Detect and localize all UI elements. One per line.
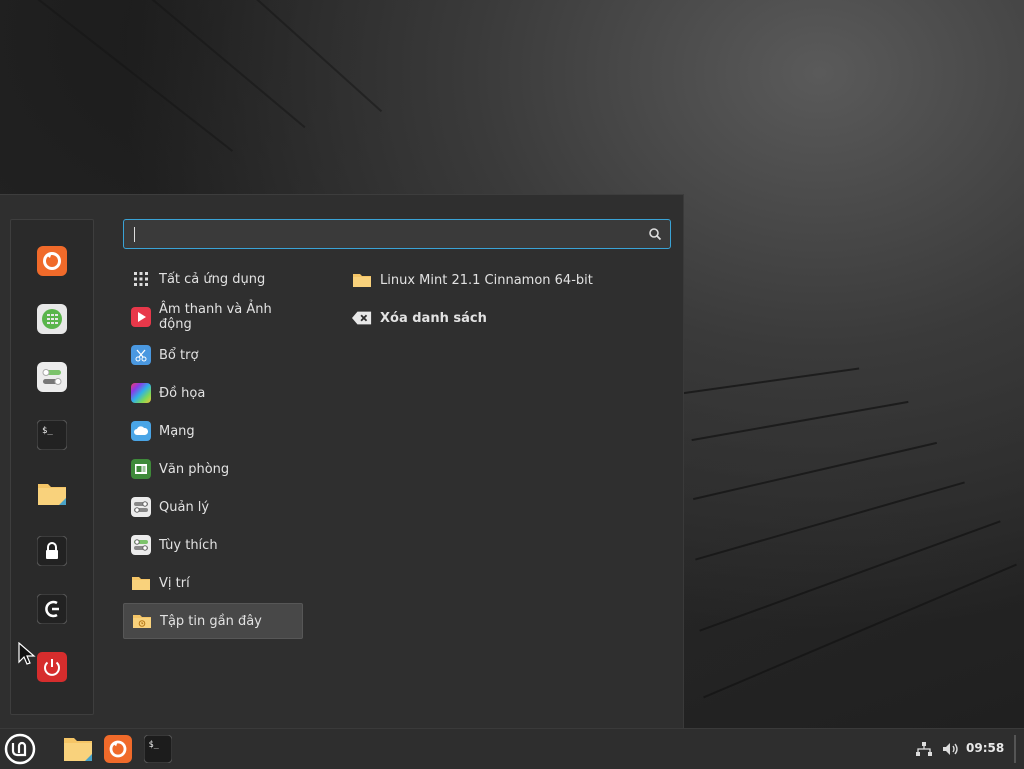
category-places[interactable]: Vị trí — [123, 565, 303, 601]
category-accessories[interactable]: Bổ trợ — [123, 337, 303, 373]
category-label: Văn phòng — [159, 461, 230, 477]
volume-indicator[interactable] — [942, 729, 960, 769]
category-label: Bổ trợ — [159, 347, 199, 363]
text-caret — [134, 227, 135, 242]
terminal-icon: $_ — [144, 735, 172, 763]
volume-icon — [943, 743, 958, 755]
lock-icon[interactable] — [35, 534, 69, 568]
recent-item-folder[interactable]: Linux Mint 21.1 Cinnamon 64-bit — [352, 265, 593, 295]
mint-logo-icon — [4, 733, 36, 765]
network-indicator[interactable] — [916, 729, 932, 769]
files-icon[interactable] — [35, 476, 69, 510]
administration-icon — [131, 497, 151, 517]
logout-icon[interactable] — [35, 592, 69, 626]
application-menu: $_ Tất cả ứng dụng Âm thanh và Ảnh động … — [0, 194, 684, 729]
multimedia-icon — [131, 307, 151, 327]
search-icon — [649, 228, 662, 241]
svg-text:$_: $_ — [42, 426, 53, 436]
settings-icon[interactable] — [35, 360, 69, 394]
office-icon — [131, 459, 151, 479]
taskbar-files-launcher[interactable] — [62, 733, 94, 765]
grid-icon — [131, 269, 151, 289]
menu-button[interactable] — [4, 733, 36, 765]
taskbar-firefox-launcher[interactable] — [102, 733, 134, 765]
taskbar: $_ 09:58 — [0, 728, 1024, 769]
power-icon[interactable] — [35, 650, 69, 684]
category-label: Đồ họa — [159, 385, 206, 401]
svg-text:$_: $_ — [149, 739, 160, 749]
category-label: Âm thanh và Ảnh động — [159, 302, 272, 332]
recent-item-label: Linux Mint 21.1 Cinnamon 64-bit — [380, 272, 593, 288]
mouse-cursor-icon — [18, 642, 36, 665]
clear-icon — [352, 308, 372, 328]
search-input[interactable] — [123, 219, 671, 249]
category-internet[interactable]: Mạng — [123, 413, 303, 449]
category-label: Tùy thích — [159, 537, 218, 553]
clear-list-button[interactable]: Xóa danh sách — [352, 303, 487, 333]
recent-files-icon — [132, 611, 152, 631]
category-label: Tập tin gần đây — [160, 613, 262, 629]
network-icon — [916, 742, 932, 756]
clear-list-label: Xóa danh sách — [380, 310, 487, 326]
category-multimedia[interactable]: Âm thanh và Ảnh động — [123, 299, 303, 335]
favorites-sidebar: $_ — [10, 219, 94, 715]
category-administration[interactable]: Quản lý — [123, 489, 303, 525]
network-icon — [131, 421, 151, 441]
taskbar-terminal-launcher[interactable]: $_ — [142, 733, 174, 765]
category-preferences[interactable]: Tùy thích — [123, 527, 303, 563]
category-label: Vị trí — [159, 575, 190, 591]
category-office[interactable]: Văn phòng — [123, 451, 303, 487]
folder-icon — [352, 270, 372, 290]
places-icon — [131, 573, 151, 593]
firefox-icon — [104, 735, 132, 763]
category-label: Quản lý — [159, 499, 210, 515]
category-graphics[interactable]: Đồ họa — [123, 375, 303, 411]
firefox-icon[interactable] — [35, 244, 69, 278]
clock[interactable]: 09:58 — [966, 741, 1004, 755]
accessories-icon — [131, 345, 151, 365]
category-all-applications[interactable]: Tất cả ứng dụng — [123, 261, 303, 297]
terminal-icon[interactable]: $_ — [35, 418, 69, 452]
category-label: Mạng — [159, 423, 195, 439]
taskbar-divider — [1014, 735, 1016, 763]
category-label: Tất cả ứng dụng — [159, 271, 266, 287]
preferences-icon — [131, 535, 151, 555]
category-recent-files[interactable]: Tập tin gần đây — [123, 603, 303, 639]
calculator-icon[interactable] — [35, 302, 69, 336]
files-icon — [64, 738, 92, 761]
graphics-icon — [131, 383, 151, 403]
